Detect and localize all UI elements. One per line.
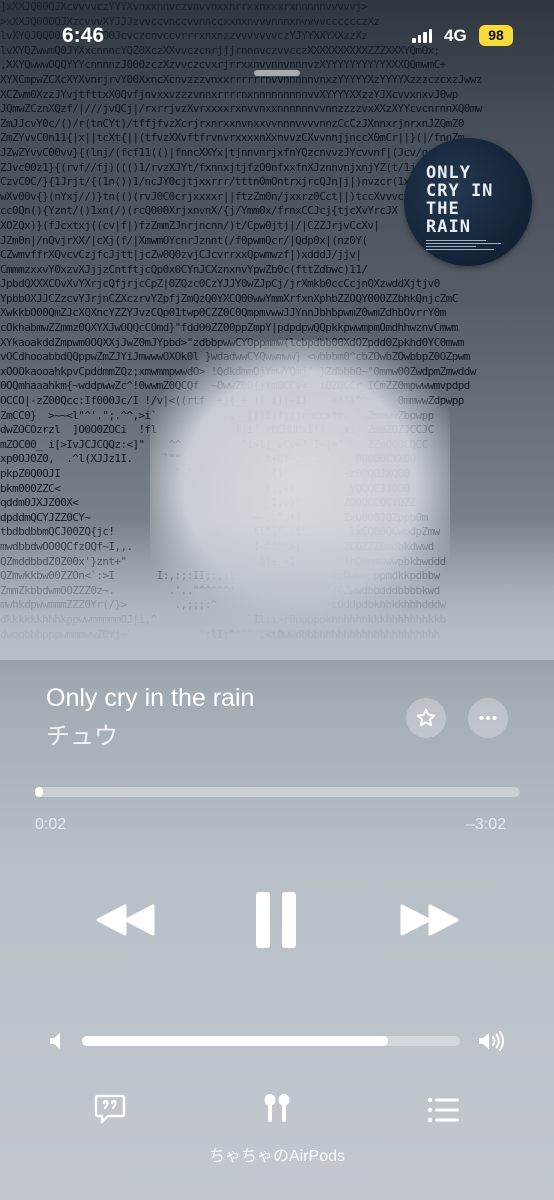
- playback-scrubber[interactable]: [35, 787, 520, 797]
- airpods-icon: [264, 1094, 290, 1122]
- cell-signal-icon: [412, 27, 432, 43]
- playback-progress-fill: [35, 787, 43, 797]
- list-icon: [427, 1097, 459, 1123]
- speaker-icon: [50, 1033, 60, 1049]
- volume-low-button[interactable]: [48, 1032, 66, 1050]
- sticker-title: ONLY CRY IN THE RAIN: [426, 163, 494, 237]
- lyrics-button[interactable]: [94, 1094, 126, 1124]
- ascii-art-row: YpbbOXJJCZzcvYJrjnCZXczrvYZpfjZmQzQ0YXCQ…: [0, 291, 458, 305]
- sheet-grabber[interactable]: [254, 70, 300, 76]
- battery-indicator: 98: [479, 25, 513, 46]
- album-sticker: ONLY CRY IN THE RAIN: [404, 138, 532, 266]
- queue-button[interactable]: [427, 1097, 459, 1123]
- status-time: 6:46: [62, 24, 105, 47]
- volume-slider[interactable]: [82, 1036, 460, 1046]
- volume-fill: [82, 1036, 389, 1046]
- output-device-name: ちゃちゃのAirPods: [208, 1148, 346, 1165]
- ascii-art-row: cOkhabmwZZmmz0QXYXJwOQQcCOmd}"fdd00ZZ00p…: [0, 321, 458, 335]
- sticker-fineprint: [426, 240, 506, 254]
- backward-icon: [96, 904, 155, 936]
- output-device-button[interactable]: [262, 1092, 292, 1126]
- ascii-art-row: JpbdQXXXCOvXvYXrjcQfjrjcCpZ|0ZQzc0CzYJJY…: [0, 277, 440, 291]
- pause-icon: [256, 892, 296, 948]
- forward-icon: [400, 904, 459, 936]
- ellipsis-icon: [479, 715, 497, 721]
- status-bar: 6:46 4G 98: [0, 0, 554, 56]
- track-artist[interactable]: チュウ: [46, 716, 118, 751]
- forward-button[interactable]: [399, 900, 459, 940]
- remaining-time: –3:02: [466, 816, 507, 833]
- network-type: 4G: [444, 26, 467, 45]
- volume-high-button[interactable]: [478, 1030, 506, 1052]
- speaker-wave-icon: [479, 1031, 504, 1051]
- favorite-button[interactable]: [406, 698, 446, 738]
- pause-button[interactable]: [252, 890, 302, 950]
- elapsed-time: 0:02: [35, 816, 67, 833]
- lyrics-bubble-icon: [94, 1094, 126, 1124]
- track-title: Only cry in the rain: [46, 684, 255, 712]
- artwork-fade: [0, 520, 554, 660]
- more-button[interactable]: [468, 698, 508, 738]
- ascii-art-row: XwkkbO00QmZJcXQXncYZZYJvzCQp01twp0CZZ0C0…: [0, 306, 446, 320]
- rewind-button[interactable]: [96, 900, 156, 940]
- star-icon: [416, 708, 436, 727]
